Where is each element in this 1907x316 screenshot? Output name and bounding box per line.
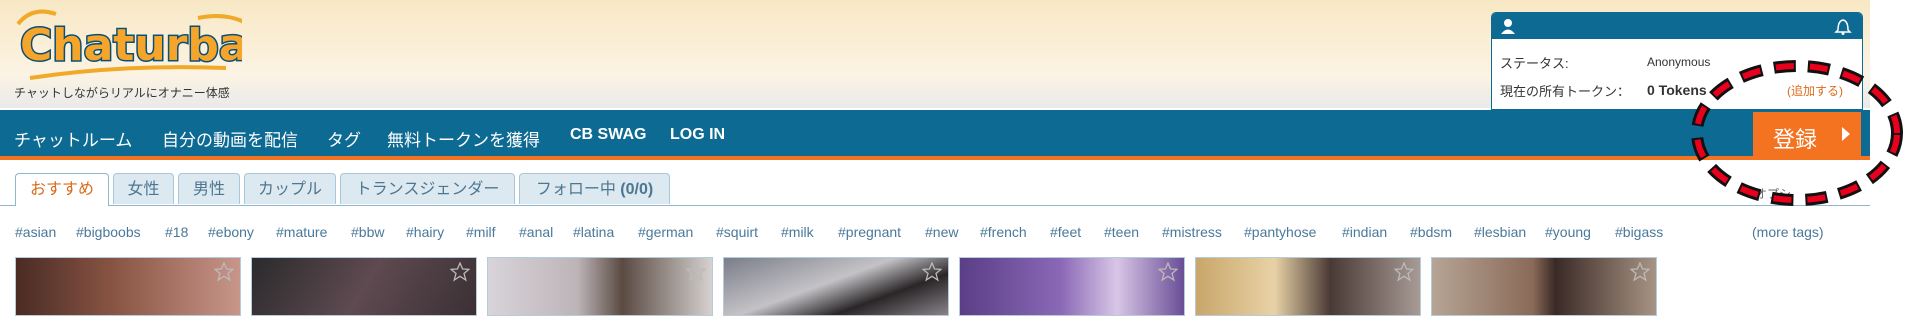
main-nav: チャットルーム 自分の動画を配信 タグ 無料トークンを獲得 CB SWAG LO… — [0, 110, 1870, 160]
tag-link[interactable]: #anal — [519, 224, 553, 240]
tab-featured[interactable]: おすすめ — [15, 173, 109, 206]
tag-link[interactable]: #18 — [165, 224, 188, 240]
tag-link[interactable]: #bbw — [351, 224, 384, 240]
tag-link[interactable]: #milk — [781, 224, 814, 240]
tab-options-partial[interactable]: オプシ — [1755, 185, 1791, 202]
room-thumbnail[interactable] — [723, 257, 949, 316]
more-tags-link[interactable]: (more tags) — [1752, 224, 1824, 240]
tag-link[interactable]: #french — [980, 224, 1027, 240]
room-thumbnail[interactable] — [1431, 257, 1657, 316]
category-tabs: おすすめ 女性 男性 カップル トランスジェンダー フォロー中 (0/0) — [0, 163, 1870, 206]
tag-link[interactable]: #feet — [1050, 224, 1081, 240]
nav-cb-swag[interactable]: CB SWAG — [570, 126, 646, 144]
tokens-value: 0 Tokens — [1647, 82, 1707, 98]
tag-link[interactable]: #bdsm — [1410, 224, 1452, 240]
room-thumbnail[interactable] — [959, 257, 1185, 316]
svg-text:Chaturbate: Chaturbate — [20, 20, 242, 71]
room-thumbnail[interactable] — [251, 257, 477, 316]
star-icon[interactable] — [450, 262, 470, 282]
tab-male[interactable]: 男性 — [178, 173, 240, 204]
tag-link[interactable]: #indian — [1342, 224, 1387, 240]
tab-trans[interactable]: トランスジェンダー — [340, 173, 515, 204]
site-tagline: チャットしながらリアルにオナニー体感 — [14, 86, 230, 100]
signup-label: 登録 — [1773, 127, 1818, 152]
star-icon[interactable] — [686, 262, 706, 282]
star-icon[interactable] — [922, 262, 942, 282]
star-icon[interactable] — [1394, 262, 1414, 282]
tag-link[interactable]: #bigass — [1615, 224, 1663, 240]
tag-link[interactable]: #bigboobs — [76, 224, 141, 240]
star-icon[interactable] — [1158, 262, 1178, 282]
add-tokens-link[interactable]: (追加する) — [1787, 82, 1843, 99]
user-box-header — [1492, 13, 1862, 39]
tab-following-label: フォロー中 — [535, 181, 616, 198]
tag-link[interactable]: #mature — [276, 224, 327, 240]
tag-link[interactable]: #pantyhose — [1244, 224, 1316, 240]
nav-broadcast[interactable]: 自分の動画を配信 — [162, 126, 298, 151]
tab-female[interactable]: 女性 — [113, 173, 174, 204]
tag-link[interactable]: #asian — [15, 224, 56, 240]
tag-link[interactable]: #german — [638, 224, 693, 240]
nav-chat-rooms[interactable]: チャットルーム — [14, 126, 132, 151]
tab-couple[interactable]: カップル — [244, 173, 336, 204]
tag-link[interactable]: #mistress — [1162, 224, 1222, 240]
tag-link[interactable]: #milf — [466, 224, 496, 240]
status-value: Anonymous — [1647, 55, 1711, 69]
tab-following-count: (0/0) — [620, 181, 654, 198]
tag-link[interactable]: #teen — [1104, 224, 1139, 240]
room-thumbnail[interactable] — [1195, 257, 1421, 316]
nav-tags[interactable]: タグ — [327, 126, 361, 151]
star-icon[interactable] — [214, 262, 234, 282]
nav-free-tokens[interactable]: 無料トークンを獲得 — [387, 126, 540, 151]
tag-link[interactable]: #latina — [573, 224, 614, 240]
tag-link[interactable]: #squirt — [716, 224, 758, 240]
tag-link[interactable]: #young — [1545, 224, 1591, 240]
tag-link[interactable]: #pregnant — [838, 224, 901, 240]
chaturbate-logo[interactable]: Chaturbate — [12, 4, 242, 80]
star-icon[interactable] — [1630, 262, 1650, 282]
signup-button[interactable]: 登録 — [1753, 112, 1861, 158]
user-icon[interactable] — [1500, 17, 1516, 35]
status-label: ステータス: — [1500, 56, 1569, 71]
user-info-box: ステータス: Anonymous 現在の所有トークン： 0 Tokens (追加… — [1491, 12, 1863, 110]
tab-following[interactable]: フォロー中 (0/0) — [519, 173, 670, 204]
tag-link[interactable]: #hairy — [406, 224, 444, 240]
nav-log-in[interactable]: LOG IN — [670, 126, 725, 144]
tag-link[interactable]: #lesbian — [1474, 224, 1526, 240]
room-thumbnail[interactable] — [487, 257, 713, 316]
tag-link[interactable]: #new — [925, 224, 958, 240]
tag-link[interactable]: #ebony — [208, 224, 254, 240]
bell-icon[interactable] — [1834, 17, 1852, 35]
tokens-label: 現在の所有トークン： — [1500, 84, 1631, 99]
triangle-right-icon — [1842, 127, 1850, 141]
room-thumbnail[interactable] — [15, 257, 241, 316]
